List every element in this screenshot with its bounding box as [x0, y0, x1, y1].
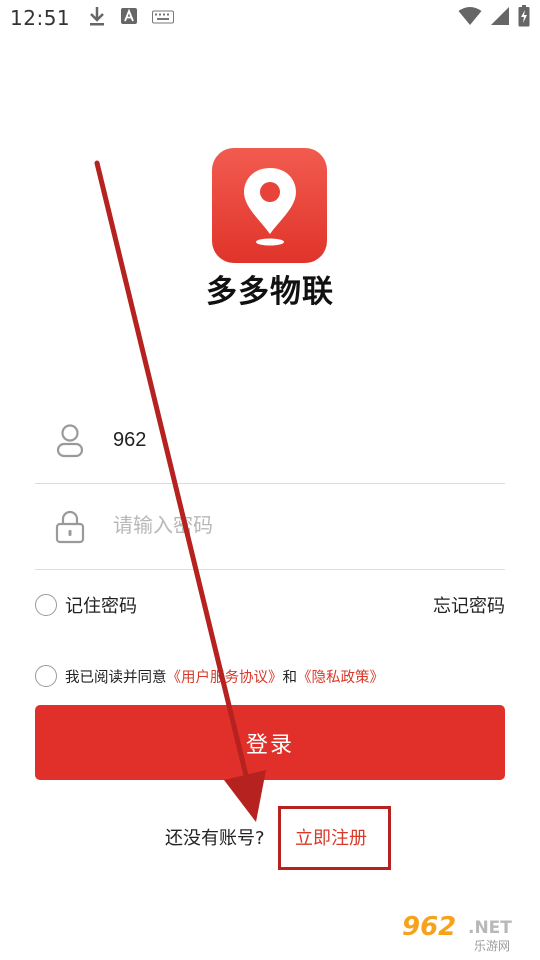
- wifi-icon: [458, 6, 482, 30]
- agreement-text: 我已阅读并同意《用户服务协议》和《隐私政策》: [65, 666, 384, 687]
- agreement-row: 我已阅读并同意《用户服务协议》和《隐私政策》: [35, 662, 505, 690]
- username-input[interactable]: [113, 429, 473, 452]
- forgot-password-link[interactable]: 忘记密码: [433, 592, 505, 618]
- watermark-number: 962: [402, 912, 457, 942]
- status-bar: 12:51: [0, 0, 540, 36]
- register-row: 还没有账号? 立即注册: [0, 806, 540, 870]
- download-icon: [88, 6, 106, 30]
- username-field: [35, 398, 505, 484]
- status-time: 12:51: [10, 6, 71, 30]
- battery-charging-icon: [518, 5, 530, 31]
- keyboard-icon: [152, 9, 175, 28]
- app-logo: [212, 148, 327, 263]
- user-icon: [50, 421, 90, 461]
- privacy-policy-link[interactable]: 《隐私政策》: [297, 670, 384, 686]
- app-name: 多多物联: [206, 274, 334, 310]
- remember-label[interactable]: 记住密码: [65, 592, 137, 618]
- lock-icon: [50, 507, 90, 547]
- watermark-site-name: 乐游网: [474, 939, 511, 953]
- location-pin-icon: [240, 162, 300, 250]
- agreement-prefix: 我已阅读并同意: [65, 669, 167, 686]
- remember-radio[interactable]: [35, 594, 57, 616]
- agreement-radio[interactable]: [35, 665, 57, 687]
- font-a-icon: [120, 7, 138, 29]
- site-watermark: 962 .NET 乐游网: [400, 912, 538, 956]
- watermark-suffix: .NET: [468, 918, 512, 938]
- register-link[interactable]: 立即注册: [295, 824, 367, 850]
- password-field: [35, 484, 505, 570]
- password-input[interactable]: [113, 515, 473, 538]
- agreement-and: 和: [282, 669, 298, 686]
- no-account-text: 还没有账号?: [165, 828, 265, 849]
- signal-icon: [490, 6, 510, 30]
- user-agreement-link[interactable]: 《用户服务协议》: [167, 670, 283, 686]
- login-button[interactable]: 登录: [35, 705, 505, 780]
- remember-row: 记住密码 忘记密码: [35, 588, 505, 622]
